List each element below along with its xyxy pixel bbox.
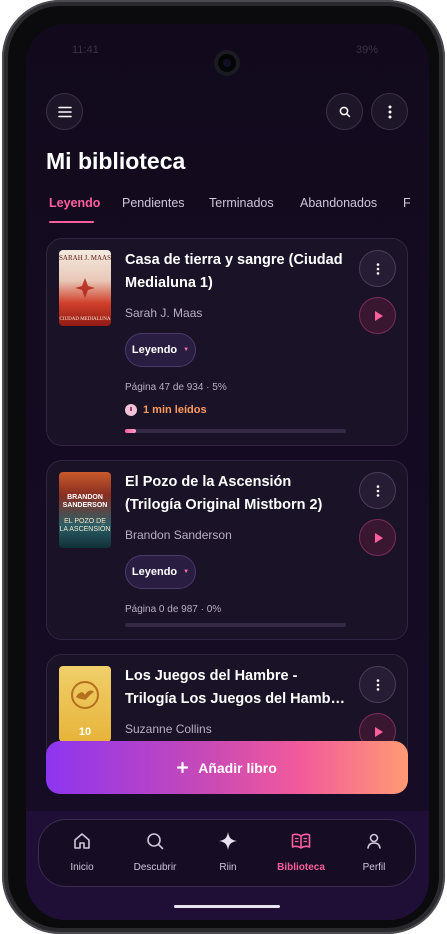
nav-label: Riin — [219, 862, 237, 873]
clock-icon — [125, 404, 137, 416]
time-read-label: 1 min leídos — [143, 404, 207, 416]
continue-reading-button[interactable] — [359, 297, 396, 334]
more-vertical-icon — [376, 262, 379, 275]
nav-label: Inicio — [70, 862, 94, 873]
play-icon — [374, 726, 383, 737]
cover-art-icon — [75, 278, 95, 298]
nav-item-riin[interactable]: Riin — [193, 830, 263, 873]
more-vertical-icon — [388, 105, 391, 118]
page-title: Mi biblioteca — [46, 148, 186, 174]
progress-bar — [125, 429, 346, 433]
phone-frame: 11:41 39% Mi biblioteca Leyendo Pendient… — [2, 0, 445, 934]
book-cover: SARAH J. MAAS CIUDAD MEDIALUNA — [59, 250, 111, 326]
front-camera — [214, 50, 240, 76]
user-icon — [367, 833, 381, 849]
play-icon — [374, 532, 383, 543]
book-author: Suzanne Collins — [125, 722, 212, 736]
book-cover: 10 — [59, 666, 111, 742]
app-screen: 11:41 39% Mi biblioteca Leyendo Pendient… — [26, 24, 429, 920]
menu-button[interactable] — [46, 93, 83, 130]
book-author: Sarah J. Maas — [125, 306, 203, 320]
book-options-button[interactable] — [359, 250, 396, 287]
play-icon — [374, 310, 383, 321]
reading-status-label: Leyendo — [131, 566, 178, 578]
nav-item-perfil[interactable]: Perfil — [339, 830, 409, 873]
status-time: 11:41 — [72, 44, 99, 56]
nav-item-biblioteca[interactable]: Biblioteca — [266, 830, 336, 873]
tab-abandonados[interactable]: Abandonados — [300, 196, 377, 210]
tab-leyendo[interactable]: Leyendo — [49, 196, 100, 210]
more-vertical-icon — [376, 678, 379, 691]
status-tabs: Leyendo Pendientes Terminados Abandonado… — [26, 196, 429, 228]
phone-bezel: 11:41 39% Mi biblioteca Leyendo Pendient… — [8, 6, 439, 928]
nav-label: Biblioteca — [277, 862, 325, 873]
more-vertical-icon — [376, 484, 379, 497]
search-icon — [147, 833, 164, 850]
cover-title-text: EL POZO DE LA ASCENSIÓN — [59, 518, 111, 533]
cover-title-text: CIUDAD MEDIALUNA — [59, 317, 111, 322]
time-read: 1 min leídos — [125, 404, 207, 416]
active-tab-indicator — [49, 221, 94, 223]
book-title[interactable]: El Pozo de la Ascensión (Trilogía Origin… — [125, 471, 349, 517]
nav-item-descubrir[interactable]: Descubrir — [120, 830, 190, 873]
status-bar: 11:41 39% — [26, 38, 429, 76]
book-author: Brandon Sanderson — [125, 528, 232, 542]
progress-bar-fill — [125, 429, 137, 433]
book-title[interactable]: Los Juegos del Hambre - Trilogía Los Jue… — [125, 665, 349, 711]
nav-item-inicio[interactable]: Inicio — [47, 830, 117, 873]
tab-pendientes[interactable]: Pendientes — [122, 196, 185, 210]
reading-progress-text: Página 47 de 934 · 5% — [125, 382, 227, 393]
home-indicator[interactable] — [174, 905, 280, 908]
cover-author-text: SARAH J. MAAS — [59, 254, 111, 262]
cover-anniversary-badge: 10 — [78, 726, 92, 738]
search-icon — [339, 106, 350, 117]
add-book-button[interactable]: Añadir libro — [46, 741, 408, 794]
sparkle-icon — [219, 832, 237, 850]
progress-bar — [125, 623, 346, 627]
plus-icon — [177, 762, 189, 773]
nav-label: Perfil — [362, 862, 386, 873]
home-icon — [74, 833, 90, 849]
mockingjay-icon — [71, 681, 99, 709]
reading-progress-text: Página 0 de 987 · 0% — [125, 604, 222, 615]
book-card[interactable]: SARAH J. MAAS CIUDAD MEDIALUNA Casa de t… — [46, 238, 408, 446]
book-cover: BRANDON SANDERSON EL POZO DE LA ASCENSIÓ… — [59, 472, 111, 548]
chevron-down-icon: ▼ — [183, 347, 190, 353]
hamburger-menu-icon — [57, 106, 72, 117]
bottom-nav: Inicio Descubrir Riin Biblioteca Perfil — [38, 819, 416, 887]
status-battery: 39% — [356, 44, 379, 56]
book-options-button[interactable] — [359, 666, 396, 703]
continue-reading-button[interactable] — [359, 519, 396, 556]
cover-author-text: BRANDON SANDERSON — [62, 494, 108, 509]
tab-terminados[interactable]: Terminados — [209, 196, 274, 210]
book-card[interactable]: BRANDON SANDERSON EL POZO DE LA ASCENSIÓ… — [46, 460, 408, 640]
open-book-icon — [291, 833, 311, 849]
search-button[interactable] — [326, 93, 363, 130]
nav-label: Descubrir — [133, 862, 177, 873]
tab-more[interactable]: F — [403, 196, 411, 210]
add-book-label: Añadir libro — [198, 759, 277, 776]
reading-status-dropdown[interactable]: Leyendo ▼ — [125, 555, 196, 589]
book-options-button[interactable] — [359, 472, 396, 509]
more-options-button[interactable] — [371, 93, 408, 130]
book-title[interactable]: Casa de tierra y sangre (Ciudad Medialun… — [125, 249, 349, 295]
reading-status-label: Leyendo — [131, 344, 178, 356]
chevron-down-icon: ▼ — [183, 569, 190, 575]
reading-status-dropdown[interactable]: Leyendo ▼ — [125, 333, 196, 367]
